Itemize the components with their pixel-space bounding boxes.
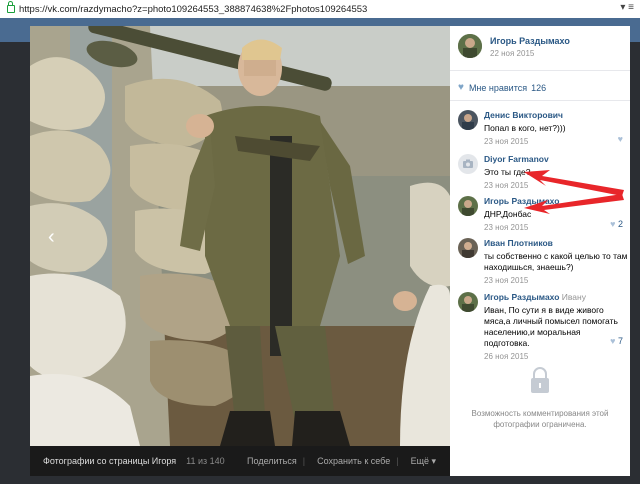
comment-item: Денис Викторович Попал в кого, нет?))) 2…: [458, 110, 628, 146]
comment-like-count: 2: [617, 219, 623, 229]
divider: [450, 100, 630, 101]
avatar[interactable]: [458, 238, 478, 258]
divider: [450, 70, 630, 71]
comment-like-button[interactable]: ♥ 7: [610, 336, 623, 346]
comment-date[interactable]: 23 ноя 2015: [484, 137, 628, 146]
heart-icon: ♥: [610, 219, 616, 229]
like-button[interactable]: ♥ Мне нравится 126: [458, 82, 546, 93]
browser-menu-icon[interactable]: ▾ ≡: [620, 2, 634, 13]
comment-author[interactable]: Diyor Farmanov: [484, 154, 628, 164]
red-arrows-annotation: [524, 170, 624, 214]
more-button[interactable]: Ещё ▾: [411, 456, 436, 467]
comment-author-name[interactable]: Игорь Раздымахо: [484, 292, 559, 302]
heart-icon[interactable]: ♥: [618, 134, 623, 144]
comment-author[interactable]: Денис Викторович: [484, 110, 628, 120]
comments-restricted: Возможность комментирования этой фотогра…: [450, 366, 630, 430]
divider: |: [302, 456, 306, 466]
comment-author[interactable]: Иван Плотников: [484, 238, 628, 248]
comment-like-button[interactable]: ♥ 2: [610, 219, 623, 229]
reply-to[interactable]: Ивану: [562, 292, 586, 302]
address-bar[interactable]: https://vk.com/razdymacho?z=photo1092645…: [0, 0, 640, 19]
post-date: 22 ноя 2015: [490, 49, 535, 58]
url-text[interactable]: https://vk.com/razdymacho?z=photo1092645…: [19, 4, 367, 15]
avatar[interactable]: [458, 196, 478, 216]
avatar[interactable]: [458, 154, 478, 174]
like-count: 126: [531, 82, 547, 93]
heart-icon: ♥: [458, 82, 464, 93]
divider: |: [396, 456, 399, 466]
photo-sidebar: Игорь Раздымахо 22 ноя 2015 ♥ Мне нравит…: [450, 26, 630, 476]
comment-text: Попал в кого, нет?))): [484, 123, 566, 133]
photo-actions: Поделиться | Сохранить к себе | Ещё ▾: [235, 446, 436, 476]
heart-icon: ♥: [610, 336, 616, 346]
comment-text: Иван, По сути я в виде живого мяса,а лич…: [484, 305, 618, 348]
save-to-self-button[interactable]: Сохранить к себе: [317, 456, 390, 466]
comment-text: ты собственно с какой целью то там наход…: [484, 251, 628, 272]
comment-author: Игорь Раздымахо Ивану: [484, 292, 628, 302]
previous-photo-chevron-icon[interactable]: ‹: [48, 227, 55, 247]
photo[interactable]: [30, 26, 450, 446]
author-name[interactable]: Игорь Раздымахо: [490, 36, 570, 46]
photo-footer: Фотографии со страницы Игоря 11 из 140 П…: [30, 446, 450, 476]
photo-author: Игорь Раздымахо 22 ноя 2015: [458, 34, 570, 58]
lock-icon: [529, 366, 551, 394]
album-title[interactable]: Фотографии со страницы Игоря: [43, 456, 176, 466]
photo-viewer: ‹ Фотографии со страницы Игоря 11 из 140…: [30, 26, 450, 476]
lock-icon: [7, 1, 15, 13]
comment-date[interactable]: 23 ноя 2015: [484, 276, 628, 285]
comment-date[interactable]: 23 ноя 2015: [484, 223, 628, 232]
share-button[interactable]: Поделиться: [247, 456, 297, 466]
avatar[interactable]: [458, 110, 478, 130]
avatar[interactable]: [458, 34, 482, 58]
photo-counter: 11 из 140: [186, 456, 225, 466]
avatar[interactable]: [458, 292, 478, 312]
restricted-text: Возможность комментирования этой фотогра…: [471, 409, 609, 429]
comment-item: Игорь Раздымахо Ивану Иван, По сути я в …: [458, 292, 628, 361]
like-label: Мне нравится: [468, 82, 528, 93]
comment-like-count: 7: [617, 336, 623, 346]
comment-item: Иван Плотников ты собственно с какой цел…: [458, 238, 628, 285]
comment-date[interactable]: 26 ноя 2015: [484, 352, 628, 361]
